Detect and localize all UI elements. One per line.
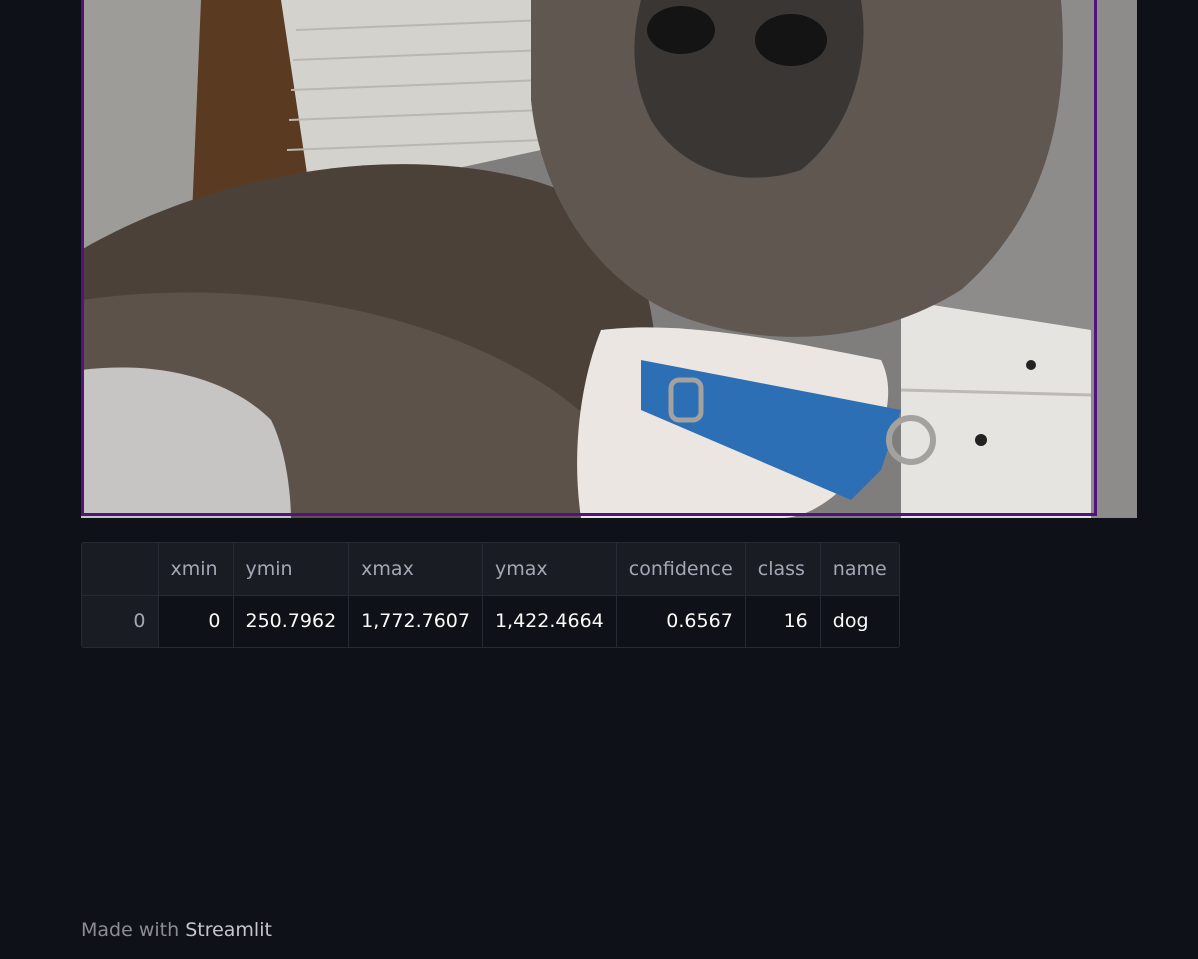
detection-image — [81, 0, 1137, 518]
xmin-cell[interactable]: 0 — [158, 595, 234, 647]
footer-prefix: Made with — [81, 919, 180, 941]
footer: Made with Streamlit — [81, 919, 272, 941]
name-cell[interactable]: dog — [820, 595, 899, 647]
table-row: 0 0 250.7962 1,772.7607 1,422.4664 0.656… — [82, 595, 899, 647]
confidence-cell[interactable]: 0.6567 — [616, 595, 746, 647]
streamlit-link[interactable]: Streamlit — [185, 919, 272, 941]
column-header-xmin[interactable]: xmin — [158, 543, 234, 596]
results-dataframe[interactable]: xmin ymin xmax ymax confidence class nam… — [81, 542, 900, 648]
row-index-cell[interactable]: 0 — [82, 595, 159, 647]
column-header-name[interactable]: name — [820, 543, 899, 596]
dog-photo-illustration — [81, 0, 1137, 518]
class-cell[interactable]: 16 — [745, 595, 821, 647]
ymin-cell[interactable]: 250.7962 — [233, 595, 350, 647]
column-header-class[interactable]: class — [745, 543, 821, 596]
column-header-ymin[interactable]: ymin — [233, 543, 350, 596]
column-header-index[interactable] — [82, 543, 159, 596]
column-header-confidence[interactable]: confidence — [616, 543, 746, 596]
column-header-xmax[interactable]: xmax — [348, 543, 483, 596]
column-header-ymax[interactable]: ymax — [482, 543, 617, 596]
xmax-cell[interactable]: 1,772.7607 — [348, 595, 483, 647]
streamlit-app: xmin ymin xmax ymax confidence class nam… — [0, 0, 1198, 959]
table-header-row: xmin ymin xmax ymax confidence class nam… — [82, 543, 899, 596]
results-table: xmin ymin xmax ymax confidence class nam… — [82, 543, 899, 647]
ymax-cell[interactable]: 1,422.4664 — [482, 595, 617, 647]
